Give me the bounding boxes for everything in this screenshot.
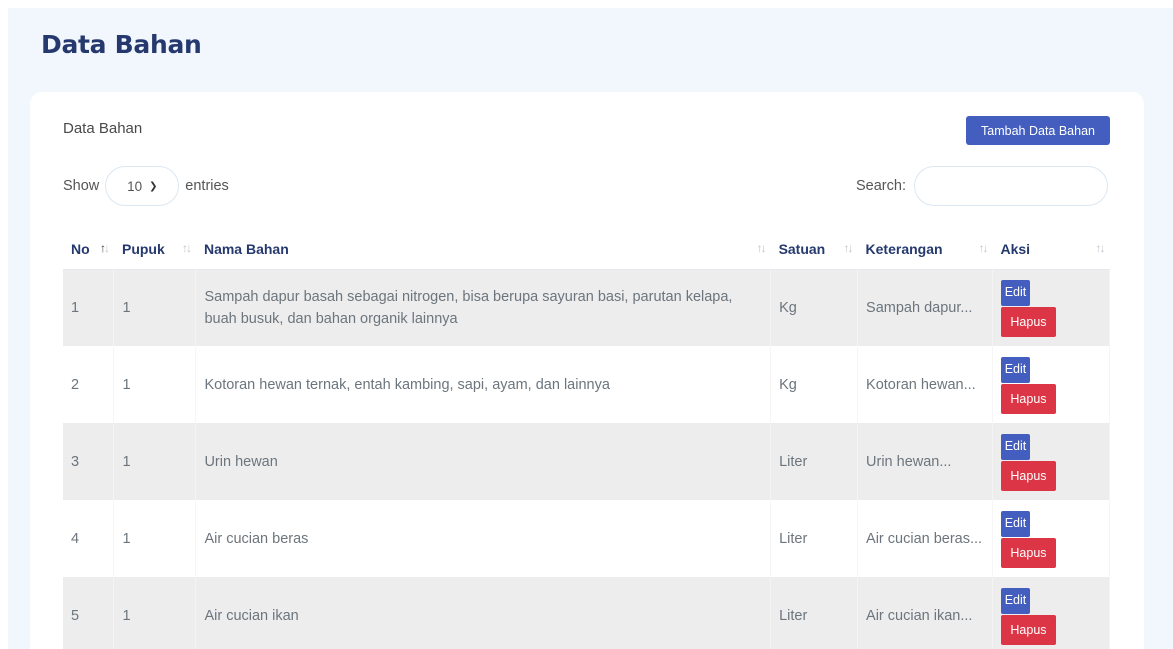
cell-pupuk: 1 — [113, 500, 197, 577]
sort-arrows-icon: ↑↓ — [756, 241, 767, 255]
hapus-button[interactable]: Hapus — [1000, 307, 1056, 338]
hapus-button[interactable]: Hapus — [1000, 538, 1056, 568]
cell-keterangan: Air cucian beras... — [857, 500, 993, 577]
sort-arrows-icon: ↑↓ — [1095, 241, 1106, 255]
column-header-keterangan[interactable]: Keterangan ↑↓ — [857, 229, 993, 270]
cell-aksi: Edit Hapus — [992, 577, 1111, 649]
bahan-table: No ↑↓ Pupuk ↑↓ Nama Bahan ↑↓ Satuan ↑↓ Keter… — [63, 229, 1111, 649]
cell-aksi: Edit Hapus — [992, 269, 1111, 346]
cell-satuan: Liter — [770, 500, 859, 577]
sort-arrows-icon: ↑↓ — [978, 241, 988, 255]
card-title: Data Bahan — [63, 120, 143, 137]
cell-nama-bahan: Air cucian ikan — [195, 577, 772, 649]
cell-no: 5 — [63, 577, 115, 649]
cell-nama-bahan: Air cucian beras — [195, 500, 772, 577]
cell-no: 1 — [63, 269, 115, 346]
show-label: Show — [63, 178, 100, 194]
data-card: Data Bahan Tambah Data Bahan Show 10 ❯ e… — [30, 92, 1144, 649]
cell-no: 3 — [63, 423, 115, 500]
edit-button[interactable]: Edit — [1000, 511, 1030, 537]
edit-button[interactable]: Edit — [1000, 357, 1030, 383]
cell-keterangan: Kotoran hewan... — [857, 346, 993, 423]
column-header-no[interactable]: No ↑↓ — [63, 229, 114, 270]
entries-value: 10 — [127, 178, 143, 194]
entries-select[interactable]: 10 ❯ — [105, 166, 180, 206]
cell-aksi: Edit Hapus — [992, 500, 1111, 577]
page-title: Data Bahan — [41, 30, 202, 59]
hapus-button[interactable]: Hapus — [1000, 384, 1056, 414]
cell-pupuk: 1 — [113, 269, 197, 346]
length-control: Show 10 ❯ entries — [63, 166, 229, 206]
column-header-satuan[interactable]: Satuan ↑↓ — [770, 229, 858, 270]
column-header-pupuk[interactable]: Pupuk ↑↓ — [113, 229, 196, 270]
column-header-aksi[interactable]: Aksi ↑↓ — [992, 229, 1110, 270]
add-bahan-button[interactable]: Tambah Data Bahan — [966, 116, 1110, 145]
entries-label: entries — [185, 178, 229, 194]
hapus-button[interactable]: Hapus — [1000, 615, 1056, 645]
search-input[interactable] — [913, 166, 1108, 206]
cell-keterangan: Urin hewan... — [857, 423, 993, 500]
cell-keterangan: Sampah dapur... — [857, 269, 993, 346]
cell-no: 2 — [63, 346, 115, 423]
cell-satuan: Liter — [770, 423, 859, 500]
cell-pupuk: 1 — [113, 423, 197, 500]
cell-nama-bahan: Kotoran hewan ternak, entah kambing, sap… — [195, 346, 772, 423]
cell-aksi: Edit Hapus — [992, 423, 1111, 500]
table-header-row: No ↑↓ Pupuk ↑↓ Nama Bahan ↑↓ Satuan ↑↓ Keter… — [63, 229, 1110, 270]
table-row: 5 1 Air cucian ikan Liter Air cucian ika… — [63, 577, 1111, 649]
cell-satuan: Kg — [770, 346, 859, 423]
column-header-nama-bahan[interactable]: Nama Bahan ↑↓ — [195, 229, 771, 270]
cell-satuan: Liter — [770, 577, 859, 649]
sort-arrows-icon: ↑↓ — [99, 241, 110, 255]
cell-nama-bahan: Urin hewan — [195, 423, 772, 500]
cell-nama-bahan: Sampah dapur basah sebagai nitrogen, bis… — [195, 269, 772, 346]
cell-pupuk: 1 — [113, 346, 197, 423]
hapus-button[interactable]: Hapus — [1000, 461, 1056, 491]
edit-button[interactable]: Edit — [1000, 588, 1030, 614]
sort-arrows-icon: ↑↓ — [843, 241, 854, 255]
sort-arrows-icon: ↑↓ — [181, 241, 192, 255]
edit-button[interactable]: Edit — [1000, 434, 1030, 460]
edit-button[interactable]: Edit — [1000, 280, 1030, 307]
page-background: Data Bahan Data Bahan Tambah Data Bahan … — [8, 8, 1173, 649]
table-row: 1 1 Sampah dapur basah sebagai nitrogen,… — [63, 269, 1111, 346]
chevron-down-icon: ❯ — [149, 180, 158, 192]
cell-no: 4 — [63, 500, 115, 577]
cell-keterangan: Air cucian ikan... — [857, 577, 993, 649]
cell-pupuk: 1 — [113, 577, 197, 649]
table-row: 3 1 Urin hewan Liter Urin hewan... Edit … — [63, 423, 1111, 500]
cell-satuan: Kg — [770, 269, 859, 346]
search-label: Search: — [856, 178, 906, 194]
table-row: 2 1 Kotoran hewan ternak, entah kambing,… — [63, 346, 1111, 423]
cell-aksi: Edit Hapus — [992, 346, 1111, 423]
table-row: 4 1 Air cucian beras Liter Air cucian be… — [63, 500, 1111, 577]
search-control: Search: — [856, 166, 1108, 206]
